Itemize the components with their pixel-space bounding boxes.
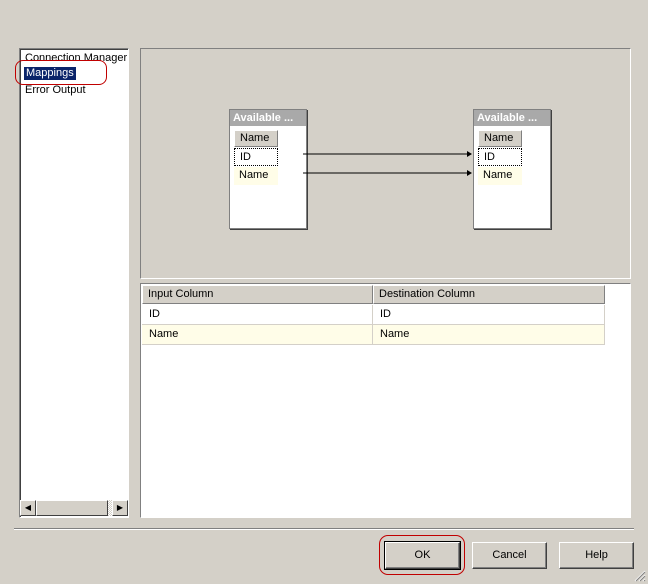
nav-item-error-output[interactable]: Error Output <box>25 84 86 97</box>
destination-column-name[interactable]: Name <box>478 167 522 185</box>
destination-columns-title[interactable]: Available ... <box>474 110 550 126</box>
mapping-grid[interactable]: Input Column Destination Column ID ID Na… <box>140 283 631 518</box>
cancel-button[interactable]: Cancel <box>472 542 547 569</box>
scroll-left-button[interactable]: ◀ <box>20 500 36 516</box>
destination-column-id[interactable]: ID <box>478 148 522 166</box>
mappings-highlight-annotation <box>15 60 107 85</box>
ok-highlight-annotation <box>379 535 465 575</box>
scroll-thumb[interactable] <box>36 500 108 516</box>
nav-list[interactable]: Connection Manager Mappings Error Output <box>19 48 129 518</box>
destination-columns-header[interactable]: Name <box>478 130 522 147</box>
footer-separator <box>14 528 634 530</box>
mapping-lines <box>303 151 472 176</box>
grid-header-input-column[interactable]: Input Column <box>142 285 373 304</box>
help-button[interactable]: Help <box>559 542 634 569</box>
grid-header-destination-column[interactable]: Destination Column <box>373 285 605 304</box>
scroll-right-button[interactable]: ▶ <box>112 500 128 516</box>
grid-cell-input-id[interactable]: ID <box>142 305 373 325</box>
grid-cell-input-name[interactable]: Name <box>142 325 373 345</box>
grid-cell-destination-id[interactable]: ID <box>373 305 605 325</box>
grid-cell-destination-name[interactable]: Name <box>373 325 605 345</box>
nav-horizontal-scrollbar[interactable]: ◀ ▶ <box>20 500 128 517</box>
resize-grip-icon[interactable] <box>634 570 646 582</box>
destination-columns-box[interactable]: Available ... Name ID Name <box>473 109 551 229</box>
mapping-diagram[interactable]: Available ... Name ID Name Available ...… <box>140 48 631 279</box>
